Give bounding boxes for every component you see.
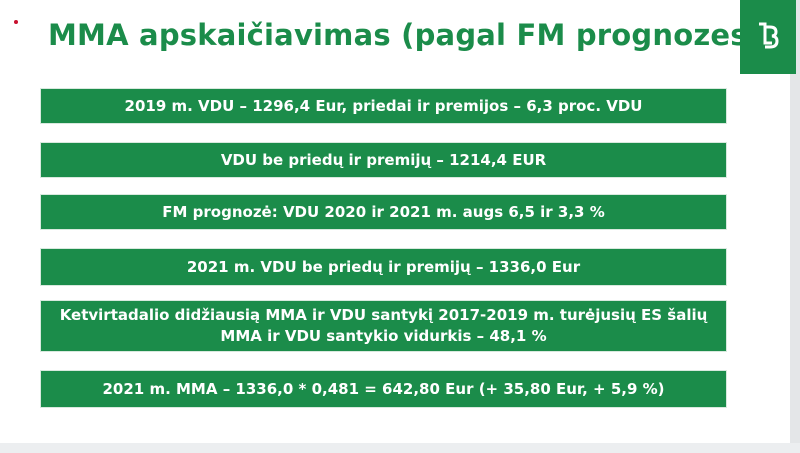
info-box-2021-mma: 2021 m. MMA – 1336,0 * 0,481 = 642,80 Eu…: [40, 370, 727, 408]
window-frame-bottom: [0, 443, 800, 453]
logo-badge: [740, 0, 796, 74]
info-box-eu-ratio: Ketvirtadalio didžiausią MMA ir VDU sant…: [40, 300, 727, 352]
slide-title: MMA apskaičiavimas (pagal FM prognozes): [48, 18, 762, 52]
info-box-2019-vdu: 2019 m. VDU – 1296,4 Eur, priedai ir pre…: [40, 88, 727, 124]
info-box-fm-forecast: FM prognozė: VDU 2020 ir 2021 m. augs 6,…: [40, 194, 727, 230]
info-box-2021-vdu: 2021 m. VDU be priedų ir premijų – 1336,…: [40, 248, 727, 286]
bullet-dot: [14, 20, 18, 24]
info-box-vdu-without-bonuses: VDU be priedų ir premijų – 1214,4 EUR: [40, 142, 727, 178]
lb-logo-icon: [759, 22, 779, 49]
